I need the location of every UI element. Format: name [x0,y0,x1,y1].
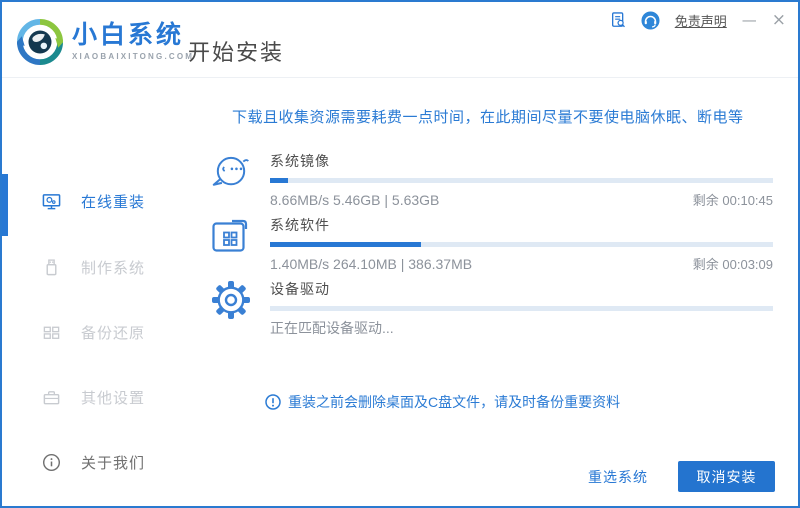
footer-actions: 重选系统 取消安装 [588,461,775,492]
minimize-button[interactable]: — [742,12,757,28]
progress-bar-device-driver [270,306,773,311]
toolbox-icon [42,388,61,407]
warning-notice: 重装之前会删除桌面及C盘文件，请及时备份重要资料 [265,392,620,412]
app-logo: 小白系统 XIAOBAIXITONG.COM [17,19,194,65]
task-title: 系统软件 [270,217,330,233]
brand-name: 小白系统 [72,21,185,49]
sidebar-item-label: 备份还原 [81,324,146,342]
install-headline: 下载且收集资源需要耗费一点时间，在此期间尽量不要使电脑休眠、断电等 [232,109,744,126]
task-download-stats: 1.40MB/s 264.10MB | 386.37MB [270,256,473,272]
progress-fill [270,242,421,247]
page-title: 开始安装 [188,40,285,65]
sidebar: 在线重装 制作系统 备份还原 其他设置 关于我们 [2,79,202,506]
brand-text: 小白系统 XIAOBAIXITONG.COM [72,21,195,62]
usb-icon [42,258,61,277]
sidebar-item-label: 制作系统 [81,259,146,277]
sidebar-item-label: 在线重装 [81,193,146,211]
progress-fill [270,178,288,183]
app-window: 小白系统 XIAOBAIXITONG.COM 开始安装 免责声明 — × 在线重… [0,0,800,508]
task-title: 系统镜像 [270,153,330,169]
customer-support-headset-icon[interactable] [641,10,660,30]
brand-sphere-icon [17,19,63,65]
active-tab-indicator [2,174,8,236]
info-icon [42,453,61,472]
sidebar-item-label: 其他设置 [81,389,146,407]
task-status-text: 正在匹配设备驱动... [270,320,394,336]
backup-grid-icon [42,323,61,342]
task-row-system-software: 系统软件 1.40MB/s 264.10MB | 386.37MB 剩余 00:… [210,212,773,272]
task-row-device-driver: 设备驱动 正在匹配设备驱动... [210,276,773,336]
progress-bar-system-image [270,178,773,183]
task-download-stats: 8.66MB/s 5.46GB | 5.63GB [270,192,440,208]
sidebar-item-other-settings[interactable]: 其他设置 [42,385,145,409]
task-title: 设备驱动 [270,281,330,297]
exclamation-circle-icon [265,394,281,410]
folder-apps-icon [210,215,252,257]
titlebar-controls: 免责声明 — × [611,9,786,31]
chat-face-icon [210,151,252,193]
sidebar-item-label: 关于我们 [81,454,146,472]
warning-notice-text: 重装之前会删除桌面及C盘文件，请及时备份重要资料 [288,394,621,410]
report-document-icon[interactable] [611,11,626,29]
header-bar: 小白系统 XIAOBAIXITONG.COM 开始安装 免责声明 — × [2,2,798,78]
sidebar-item-make-system[interactable]: 制作系统 [42,255,145,279]
monitor-icon [42,192,61,211]
task-row-system-image: 系统镜像 8.66MB/s 5.46GB | 5.63GB 剩余 00:10:4… [210,148,773,208]
sidebar-item-online-reinstall[interactable]: 在线重装 [42,189,145,213]
progress-bar-system-software [270,242,773,247]
disclaimer-link[interactable]: 免责声明 [675,11,727,30]
task-time-remaining: 剩余 00:10:45 [692,193,773,208]
task-time-remaining: 剩余 00:03:09 [692,257,773,272]
cancel-install-button[interactable]: 取消安装 [678,461,775,492]
close-button[interactable]: × [772,11,786,29]
sidebar-item-about-us[interactable]: 关于我们 [42,450,145,474]
brand-domain: XIAOBAIXITONG.COM [72,52,195,61]
reselect-system-button[interactable]: 重选系统 [588,467,648,487]
gear-icon [210,279,252,321]
sidebar-item-backup-restore[interactable]: 备份还原 [42,320,145,344]
